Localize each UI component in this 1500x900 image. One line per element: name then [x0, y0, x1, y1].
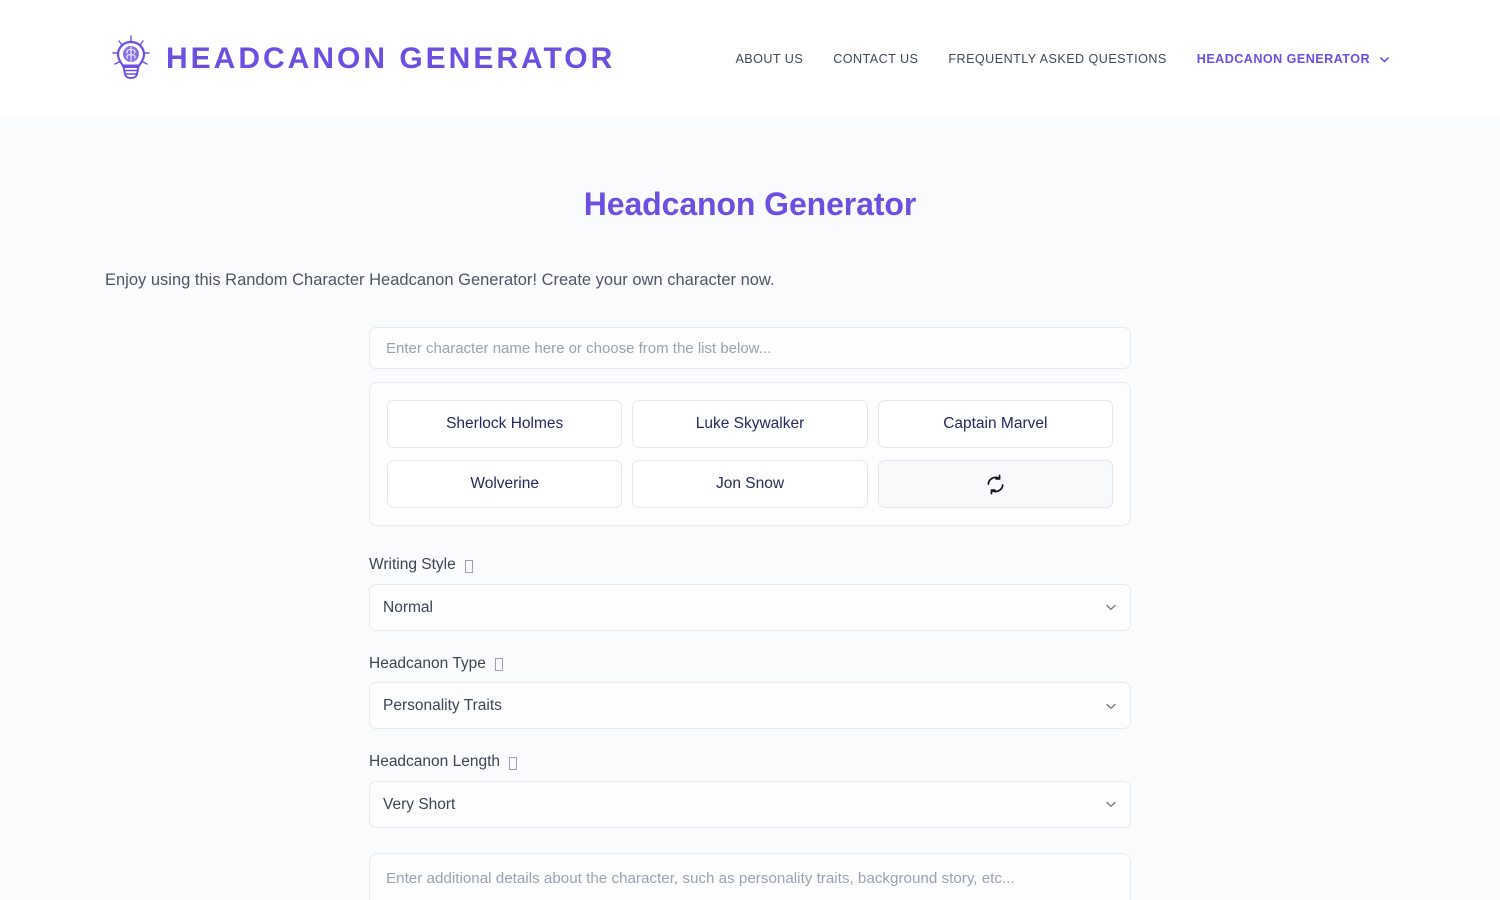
- headcanon-type-select-wrapper: Personality Traits: [369, 682, 1131, 730]
- writing-style-select[interactable]: Normal: [369, 583, 1131, 631]
- character-suggestion-button[interactable]: Luke Skywalker: [632, 400, 868, 448]
- headcanon-type-select[interactable]: Personality Traits: [369, 682, 1131, 730]
- info-icon: [509, 756, 518, 770]
- headcanon-type-label-text: Headcanon Type: [369, 654, 486, 672]
- refresh-icon: [985, 474, 1006, 495]
- headcanon-length-label: Headcanon Length: [369, 753, 1131, 772]
- nav-item-contact-us[interactable]: CONTACT US: [833, 52, 918, 66]
- page-content: Headcanon Generator Enjoy using this Ran…: [0, 118, 1500, 900]
- headcanon-length-select[interactable]: Very Short: [369, 780, 1131, 828]
- brand-logo-link[interactable]: HEADCANON GENERATOR: [110, 34, 615, 84]
- nav-item-faq[interactable]: FREQUENTLY ASKED QUESTIONS: [948, 52, 1166, 66]
- nav-item-about-us[interactable]: ABOUT US: [735, 52, 803, 66]
- character-suggestions-panel: Sherlock Holmes Luke Skywalker Captain M…: [369, 382, 1131, 526]
- site-header: HEADCANON GENERATOR ABOUT US CONTACT US …: [0, 0, 1500, 118]
- info-icon: [494, 658, 503, 672]
- nav-item-headcanon-generator-label[interactable]: HEADCANON GENERATOR: [1197, 52, 1370, 66]
- generator-form: Sherlock Holmes Luke Skywalker Captain M…: [369, 290, 1131, 900]
- headcanon-length-select-wrapper: Very Short: [369, 780, 1131, 828]
- chevron-down-icon[interactable]: [1379, 54, 1390, 65]
- writing-style-label: Writing Style: [369, 556, 1131, 575]
- character-suggestion-button[interactable]: Captain Marvel: [877, 400, 1113, 448]
- brand-name: HEADCANON GENERATOR: [166, 42, 616, 75]
- headcanon-type-label: Headcanon Type: [369, 655, 1131, 674]
- info-icon: [464, 559, 473, 573]
- additional-details-textarea[interactable]: [369, 852, 1131, 900]
- main-navigation: ABOUT US CONTACT US FREQUENTLY ASKED QUE…: [735, 52, 1390, 66]
- writing-style-label-text: Writing Style: [369, 556, 456, 573]
- headcanon-length-label-text: Headcanon Length: [369, 753, 501, 771]
- character-name-input[interactable]: [369, 327, 1131, 369]
- character-suggestion-button[interactable]: Jon Snow: [632, 460, 868, 508]
- intro-text: Enjoy using this Random Character Headca…: [105, 271, 775, 289]
- refresh-suggestions-button[interactable]: [877, 460, 1113, 508]
- page-title: Headcanon Generator: [583, 186, 917, 222]
- lightbulb-brain-icon: [110, 34, 152, 84]
- nav-item-headcanon-generator[interactable]: HEADCANON GENERATOR: [1197, 52, 1390, 66]
- writing-style-select-wrapper: Normal: [369, 583, 1131, 631]
- content-wrapper: Headcanon Generator Enjoy using this Ran…: [100, 118, 1400, 900]
- character-suggestion-button[interactable]: Sherlock Holmes: [387, 400, 623, 448]
- character-suggestion-button[interactable]: Wolverine: [387, 460, 623, 508]
